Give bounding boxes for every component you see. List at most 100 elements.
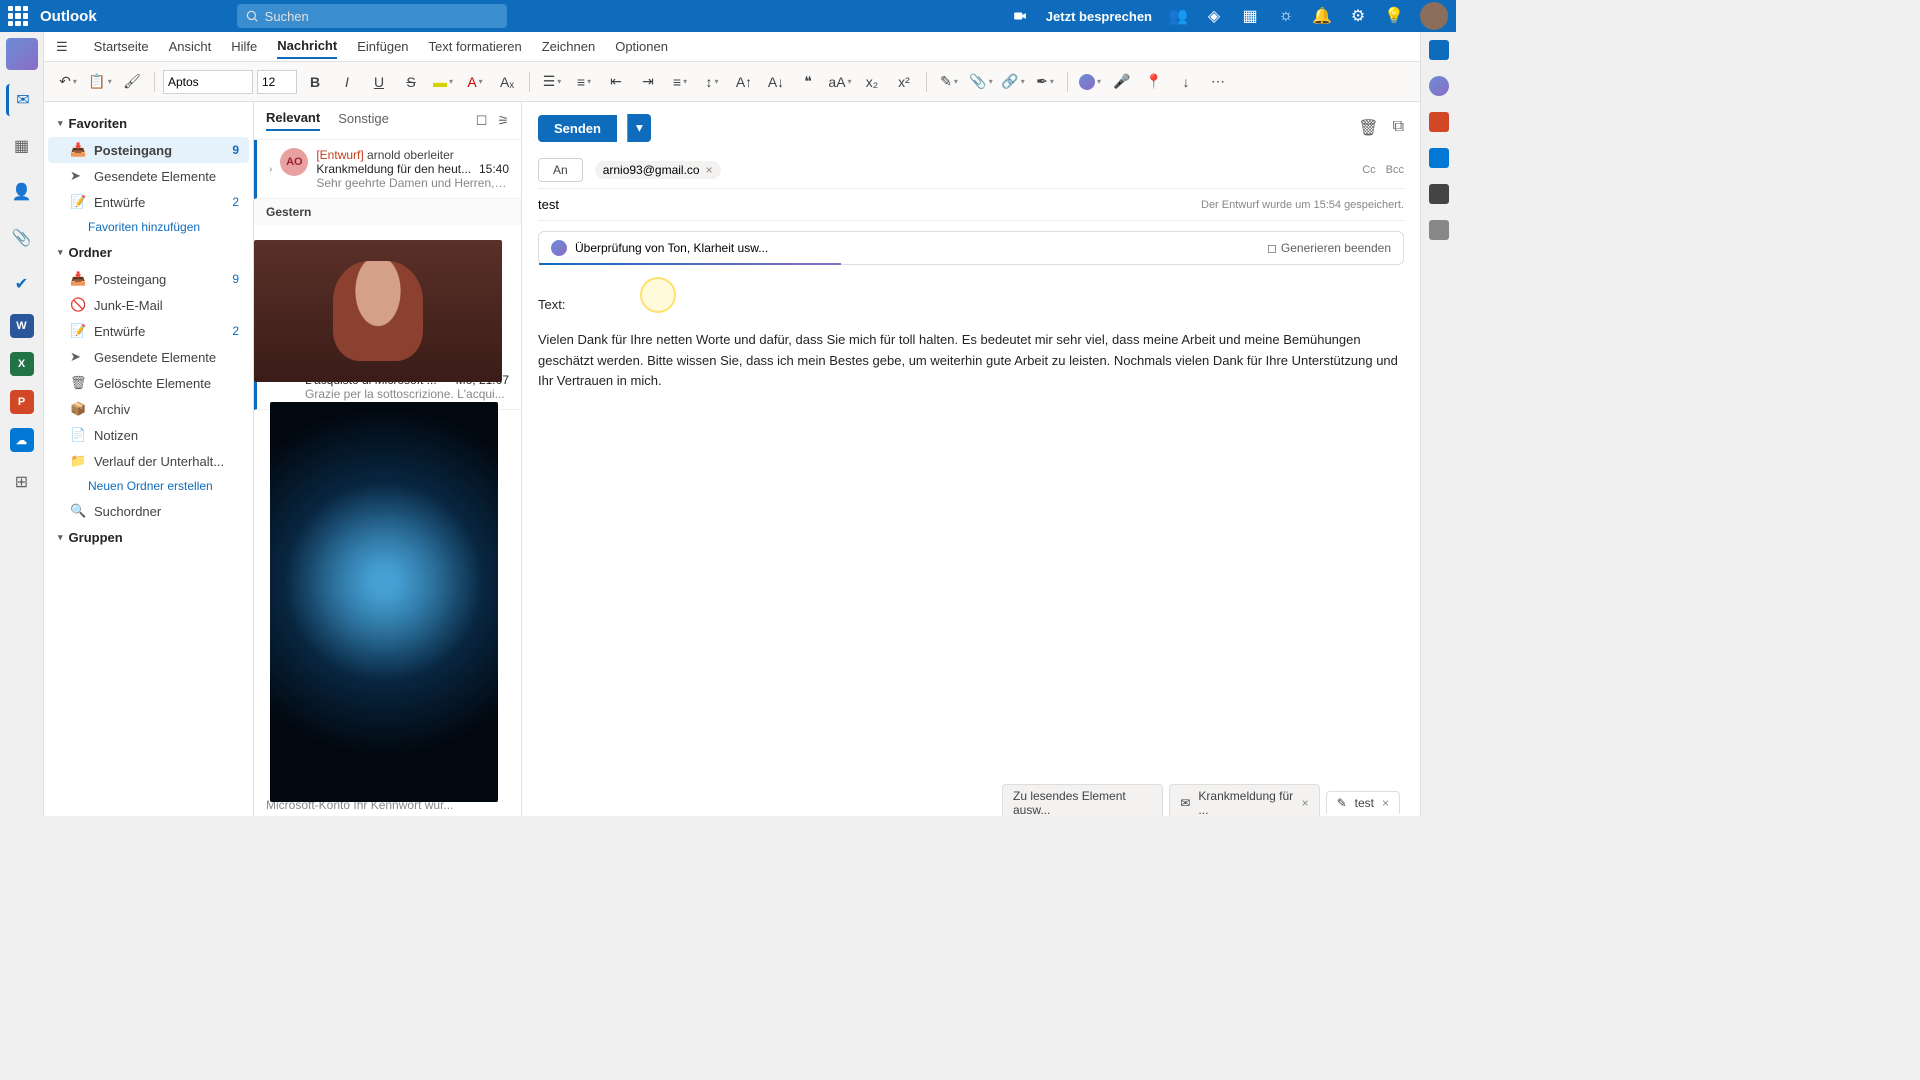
more-ribbon-button[interactable]: ⋯: [1204, 68, 1232, 96]
cc-button[interactable]: Cc: [1362, 164, 1375, 176]
bottom-tab-1[interactable]: Zu lesendes Element ausw...: [1002, 784, 1163, 817]
files-rail-icon[interactable]: 📎: [6, 222, 38, 254]
signature-button[interactable]: ✒: [1031, 68, 1059, 96]
addon-3-icon[interactable]: [1429, 184, 1449, 204]
tab-zeichnen[interactable]: Zeichnen: [542, 35, 595, 58]
word-tile-icon[interactable]: W: [10, 314, 34, 338]
recipient-chip[interactable]: arnio93@gmail.co×: [595, 161, 721, 179]
attach-button[interactable]: 📎: [967, 68, 995, 96]
outdent-button[interactable]: ⇤: [602, 68, 630, 96]
send-button[interactable]: Senden: [538, 115, 617, 142]
link-button[interactable]: 🔗: [999, 68, 1027, 96]
send-options-button[interactable]: ▾: [627, 114, 651, 142]
mic-icon[interactable]: 📍: [1140, 68, 1168, 96]
clear-format-button[interactable]: Aₓ: [493, 68, 521, 96]
folder-gesendete[interactable]: ➤Gesendete Elemente: [48, 344, 249, 370]
folder-notizen[interactable]: 📄Notizen: [48, 422, 249, 448]
tab-startseite[interactable]: Startseite: [94, 35, 149, 58]
gruppen-header[interactable]: Gruppen: [48, 524, 249, 551]
popout-icon[interactable]: ⧉: [1393, 118, 1404, 138]
close-tab-icon[interactable]: ×: [1382, 796, 1389, 810]
favorites-header[interactable]: Favoriten: [48, 110, 249, 137]
font-size-select[interactable]: 12: [257, 70, 297, 94]
user-avatar[interactable]: [1420, 2, 1448, 30]
bottom-tab-2[interactable]: ✉Krankmeldung für ...×: [1169, 784, 1319, 817]
excel-tile-icon[interactable]: X: [10, 352, 34, 376]
my-day-icon[interactable]: ☼: [1276, 6, 1296, 26]
calendar-rail-icon[interactable]: ▦: [6, 130, 38, 162]
folder-archiv[interactable]: 📦Archiv: [48, 396, 249, 422]
search-panel-icon[interactable]: [1429, 40, 1449, 60]
italic-button[interactable]: I: [333, 68, 361, 96]
video-call-icon[interactable]: [1010, 6, 1030, 26]
calendar-day-icon[interactable]: ▦: [1240, 6, 1260, 26]
line-spacing-button[interactable]: ↕: [698, 68, 726, 96]
indent-button[interactable]: ⇥: [634, 68, 662, 96]
addon-2-icon[interactable]: [1429, 148, 1449, 168]
font-color-button[interactable]: A: [461, 68, 489, 96]
bcc-button[interactable]: Bcc: [1386, 164, 1404, 176]
message-body[interactable]: Text: Vielen Dank für Ihre netten Worte …: [538, 295, 1404, 406]
subscript-button[interactable]: x₂: [858, 68, 886, 96]
quote-button[interactable]: ❝: [794, 68, 822, 96]
folder-junk[interactable]: 🚫Junk-E-Mail: [48, 292, 249, 318]
tab-relevant[interactable]: Relevant: [266, 110, 320, 131]
format-painter-button[interactable]: 🖌: [118, 68, 146, 96]
folder-posteingang[interactable]: 📥Posteingang9: [48, 266, 249, 292]
ordner-header[interactable]: Ordner: [48, 239, 249, 266]
to-button[interactable]: An: [538, 158, 583, 182]
mail-item-1[interactable]: › AO [Entwurf] arnold oberleiter Krankme…: [254, 140, 521, 199]
folder-entwuerfe[interactable]: 📝Entwürfe2: [48, 318, 249, 344]
download-button[interactable]: ↓: [1172, 68, 1200, 96]
tab-optionen[interactable]: Optionen: [615, 35, 668, 58]
subject-input[interactable]: [538, 197, 1201, 212]
todo-rail-icon[interactable]: ✔: [6, 268, 38, 300]
case-button[interactable]: aA: [826, 68, 854, 96]
folder-entwuerfe-fav[interactable]: 📝Entwürfe2: [48, 189, 249, 215]
folder-posteingang-fav[interactable]: 📥Posteingang9: [48, 137, 249, 163]
tab-nachricht[interactable]: Nachricht: [277, 34, 337, 59]
bottom-tab-3[interactable]: ✎test×: [1326, 791, 1400, 814]
settings-icon[interactable]: ⚙: [1348, 6, 1368, 26]
folder-verlauf[interactable]: 📁Verlauf der Unterhalt...: [48, 448, 249, 474]
remove-recipient-icon[interactable]: ×: [706, 163, 713, 177]
app-launcher-icon[interactable]: [8, 6, 28, 26]
copilot-ribbon-icon[interactable]: [1076, 68, 1104, 96]
mail-rail-icon[interactable]: ✉: [6, 84, 38, 116]
tab-hilfe[interactable]: Hilfe: [231, 35, 257, 58]
stop-generate-button[interactable]: ◻Generieren beenden: [1267, 241, 1391, 255]
teams-icon[interactable]: 👥: [1168, 6, 1188, 26]
new-folder-link[interactable]: Neuen Ordner erstellen: [48, 474, 249, 498]
numbering-button[interactable]: ≡: [570, 68, 598, 96]
paste-button[interactable]: 📋: [86, 68, 114, 96]
people-rail-icon[interactable]: 👤: [6, 176, 38, 208]
powerpoint-tile-icon[interactable]: P: [10, 390, 34, 414]
undo-button[interactable]: ↶: [54, 68, 82, 96]
meet-now-button[interactable]: Jetzt besprechen: [1046, 9, 1152, 24]
add-favorite-link[interactable]: Favoriten hinzufügen: [48, 215, 249, 239]
tab-ansicht[interactable]: Ansicht: [169, 35, 212, 58]
tab-text-formatieren[interactable]: Text formatieren: [429, 35, 522, 58]
tab-einfuegen[interactable]: Einfügen: [357, 35, 408, 58]
increase-font-button[interactable]: A↑: [730, 68, 758, 96]
select-all-icon[interactable]: ☐: [476, 113, 488, 129]
superscript-button[interactable]: x²: [890, 68, 918, 96]
filter-icon[interactable]: ⚞: [497, 113, 509, 129]
decrease-font-button[interactable]: A↓: [762, 68, 790, 96]
addon-1-icon[interactable]: [1429, 112, 1449, 132]
bold-button[interactable]: B: [301, 68, 329, 96]
addon-4-icon[interactable]: [1429, 220, 1449, 240]
styles-button[interactable]: ✎: [935, 68, 963, 96]
notifications-icon[interactable]: 🔔: [1312, 6, 1332, 26]
folder-geloeschte[interactable]: 🗑Gelöschte Elemente: [48, 370, 249, 396]
font-select[interactable]: Aptos: [163, 70, 253, 94]
more-apps-icon[interactable]: ⊞: [6, 466, 38, 498]
copilot-panel-icon[interactable]: [1429, 76, 1449, 96]
bullets-button[interactable]: ☰: [538, 68, 566, 96]
folder-gesendete-fav[interactable]: ➤Gesendete Elemente: [48, 163, 249, 189]
search-input[interactable]: Suchen: [237, 4, 507, 28]
folder-suchordner[interactable]: 🔍Suchordner: [48, 498, 249, 524]
onedrive-tile-icon[interactable]: ☁: [10, 428, 34, 452]
diamond-icon[interactable]: ◈: [1204, 6, 1224, 26]
discard-icon[interactable]: 🗑: [1358, 118, 1378, 138]
